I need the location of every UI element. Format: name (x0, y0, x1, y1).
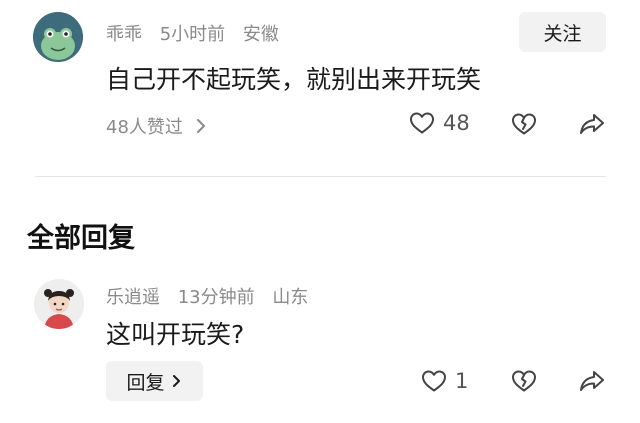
replies-section-title: 全部回复 (27, 223, 135, 254)
broken-heart-icon (512, 370, 536, 392)
like-button[interactable]: 48 (409, 111, 470, 135)
comment-time: 5小时前 (159, 24, 226, 45)
user-avatar[interactable] (33, 12, 83, 62)
reply-meta: 乐逍遥 13分钟前 山东 (106, 283, 320, 309)
heart-icon (422, 370, 446, 392)
reply-text: 这叫开玩笑? (106, 320, 245, 349)
follow-button[interactable]: 关注 (519, 12, 606, 52)
share-arrow-icon (580, 114, 604, 134)
comment-text: 自己开不起玩笑，就别出来开玩笑 (106, 65, 482, 94)
reply-button-label: 回复 (126, 371, 165, 394)
section-divider (35, 176, 606, 177)
comment-meta: 乖乖 5小时前 安徽 (106, 20, 291, 46)
reply-username[interactable]: 乐逍遥 (106, 287, 160, 308)
reply-dislike-button[interactable] (511, 369, 537, 393)
reply-like-count: 1 (455, 369, 469, 393)
reply-location: 山东 (272, 287, 309, 308)
reply-time: 13分钟前 (177, 287, 255, 308)
share-button[interactable] (579, 112, 605, 136)
comment-username[interactable]: 乖乖 (106, 24, 142, 45)
reply-like-button[interactable]: 1 (421, 369, 468, 393)
reply-user-avatar[interactable] (34, 279, 84, 329)
frog-avatar-icon (33, 12, 83, 62)
share-arrow-icon (580, 371, 604, 391)
dislike-button[interactable] (511, 112, 537, 136)
reply-button[interactable]: 回复 (106, 361, 203, 401)
heart-icon (410, 112, 434, 134)
girl-avatar-icon (34, 279, 84, 329)
likers-label: 48人赞过 (106, 117, 183, 138)
reply-share-button[interactable] (579, 369, 605, 393)
follow-button-label: 关注 (543, 22, 582, 45)
chevron-right-icon (172, 375, 180, 387)
likers-link[interactable]: 48人赞过 (106, 113, 209, 139)
broken-heart-icon (512, 113, 536, 135)
comment-location: 安徽 (242, 24, 279, 45)
like-count: 48 (443, 111, 470, 135)
chevron-right-icon (196, 119, 205, 133)
